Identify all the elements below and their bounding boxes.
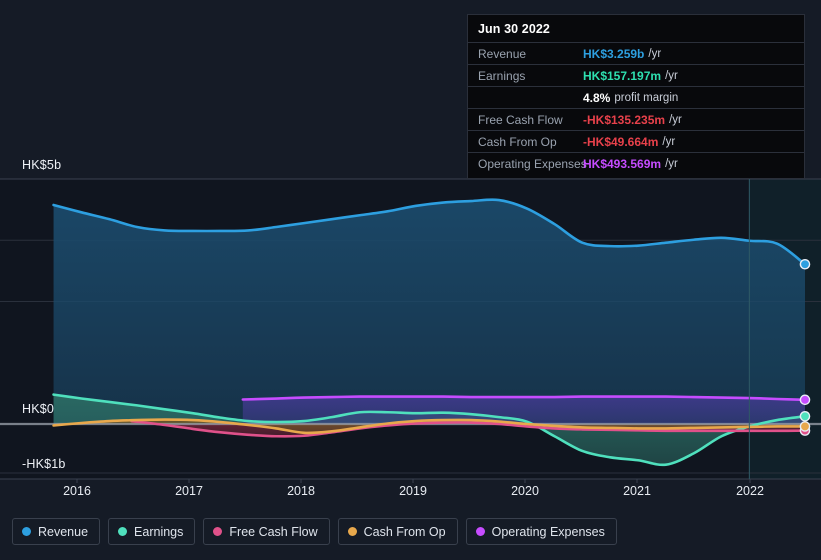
endpoint-marker-earnings[interactable] [799,411,811,422]
tooltip-row-unit: /yr [669,113,682,126]
tooltip-row: Revenue HK$3.259b/yr [468,42,804,64]
tooltip-row-value: HK$157.197m [583,68,662,83]
legend-color-dot-icon [213,527,223,536]
y-axis-label: HK$0 [22,402,55,416]
tooltip-row-unit: /yr [662,135,676,148]
x-axis-label: 2021 [623,484,651,498]
tooltip-row-label: Earnings [478,68,526,83]
legend-item-revenue[interactable]: Revenue [12,518,101,545]
tooltip-row-label: Free Cash Flow [478,112,563,127]
legend-item-earnings[interactable]: Earnings [108,518,196,545]
tooltip-row-value: -HK$135.235m [583,112,666,127]
tooltip-rows: Revenue HK$3.259b/yr Earnings HK$157.197m/y… [468,42,804,174]
legend-item-label: Revenue [38,524,89,539]
tooltip-row: Operating Expenses HK$493.569m/yr [468,152,804,174]
x-axis-label: 2022 [736,484,764,498]
legend-item-label: Earnings [134,524,184,539]
tooltip-row-value: HK$3.259b [583,46,645,61]
tooltip-row-label: Operating Expenses [478,156,587,171]
x-axis-label: 2017 [175,484,203,498]
tooltip-row: Cash From Op -HK$49.664m/yr [468,130,804,152]
endpoint-marker-operating-expenses[interactable] [799,394,811,406]
tooltip-row: Free Cash Flow -HK$135.235m/yr [468,108,804,130]
legend-item-cash-from-op[interactable]: Cash From Op [337,518,458,545]
x-axis-label: 2020 [511,484,539,498]
tooltip-row: Earnings HK$157.197m/yr [468,64,804,86]
legend-item-label: Free Cash Flow [229,524,318,539]
legend-item-operating-expenses[interactable]: Operating Expenses [465,518,617,545]
tooltip-row-unit: /yr [665,69,678,82]
tooltip-row-unit: /yr [665,157,678,170]
tooltip-row-value: 4.8% [583,90,611,105]
tooltip-row-subtext: profit margin [614,91,679,104]
legend-item-free-cash-flow[interactable]: Free Cash Flow [203,518,330,545]
chart-legend[interactable]: Revenue Earnings Free Cash Flow Cash From O… [12,518,617,545]
tooltip-date: Jun 30 2022 [478,22,550,36]
tooltip-row-value: HK$493.569m [583,156,662,171]
y-axis-label: HK$5b [22,158,62,172]
x-axis-label: 2016 [63,484,91,498]
y-axis-label: -HK$1b [22,457,66,471]
legend-color-dot-icon [22,527,31,536]
legend-item-label: Operating Expenses [491,524,605,539]
endpoint-marker-cash-from-op[interactable] [799,421,811,432]
legend-color-dot-icon [118,527,128,536]
tooltip-row-label: Cash From Op [478,134,557,149]
legend-color-dot-icon [347,527,357,536]
financial-chart: HK$5b HK$0 -HK$1b 2016 2017 2018 2019 2020 2021… [0,0,821,560]
endpoint-marker-revenue[interactable] [799,258,811,270]
tooltip-row: 4.8% profit margin [468,86,804,108]
legend-color-dot-icon [475,527,485,536]
legend-item-label: Cash From Op [363,524,446,539]
tooltip-row-value: -HK$49.664m [583,134,659,149]
chart-tooltip: Jun 30 2022 Revenue HK$3.259b/yr Earnings H… [467,14,805,179]
x-axis-label: 2019 [399,484,427,498]
tooltip-row-unit: /yr [648,47,662,60]
tooltip-row-label: Revenue [478,46,527,61]
x-axis-label: 2018 [287,484,315,498]
